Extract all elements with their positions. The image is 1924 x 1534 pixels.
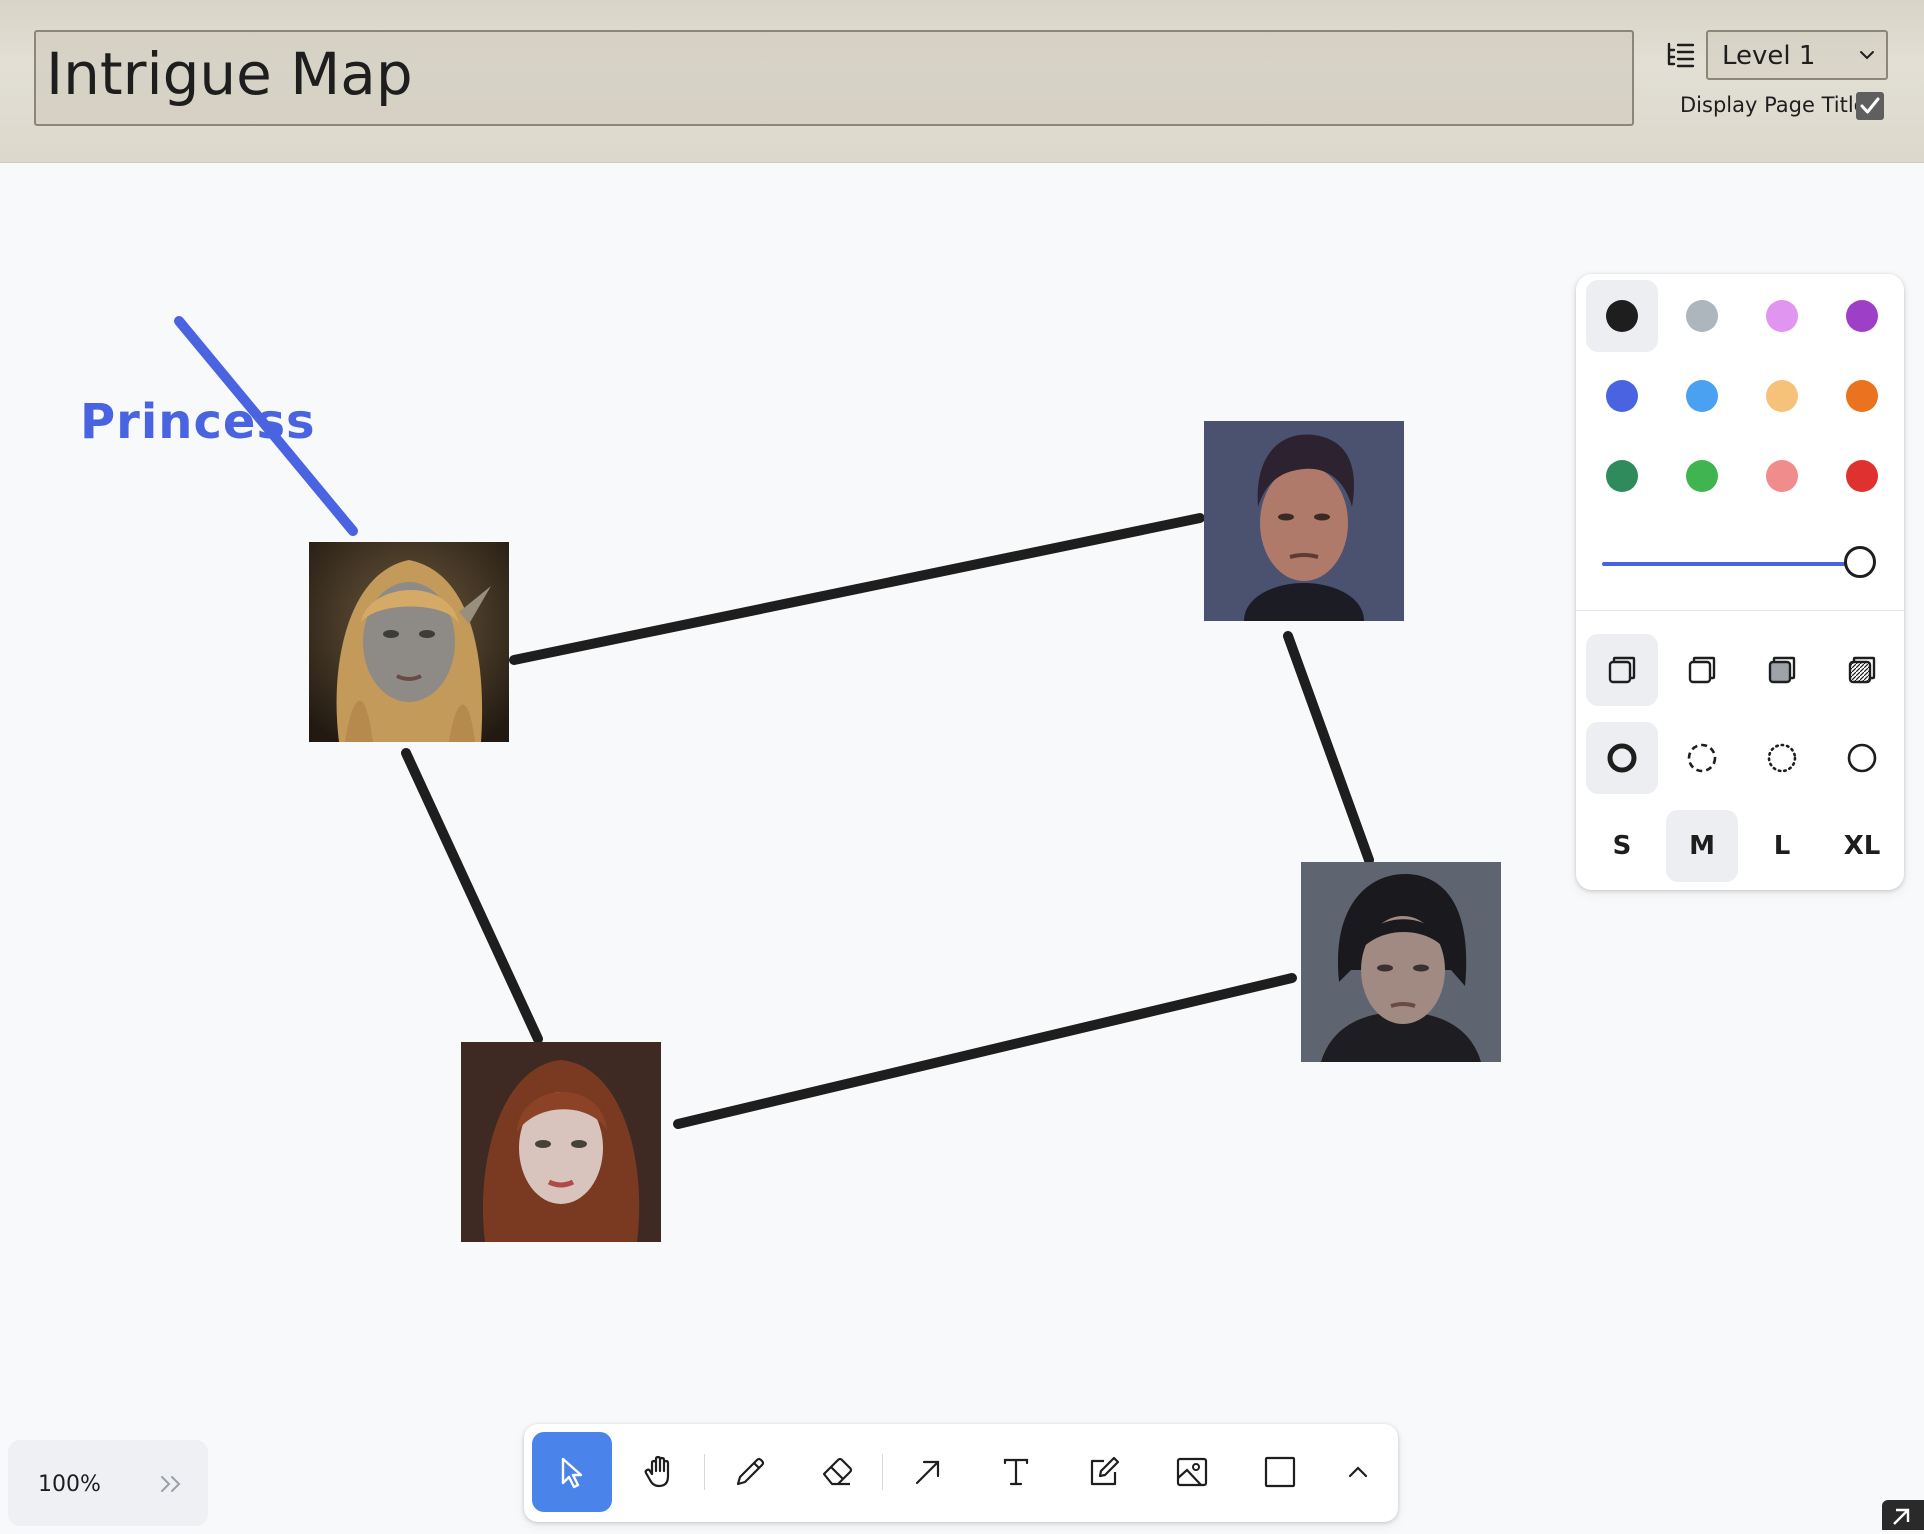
connector-raven-haired-man-to-red-haired-woman[interactable]	[673, 973, 1297, 1129]
princess-label[interactable]: Princess	[80, 394, 316, 450]
page-title[interactable]: Intrigue Map	[46, 40, 413, 108]
size-s-button[interactable]: S	[1586, 810, 1658, 882]
color-swatch-light-blue[interactable]	[1666, 360, 1738, 432]
size-m-button[interactable]: M	[1666, 810, 1738, 882]
pencil-icon	[736, 1457, 765, 1486]
dash-dotted-icon[interactable]	[1746, 722, 1818, 794]
resize-icon	[1893, 1508, 1910, 1525]
swatch-dot	[1766, 460, 1798, 492]
fill-solid-icon[interactable]	[1746, 634, 1818, 706]
more-tools-button[interactable]	[1318, 1432, 1398, 1512]
size-m-label: M	[1689, 831, 1715, 861]
style-panel: S M L XL	[1576, 274, 1904, 890]
eraser-icon	[822, 1457, 853, 1486]
fill-pattern-icon[interactable]	[1826, 634, 1898, 706]
draw-tool[interactable]	[710, 1432, 790, 1512]
arrow-icon	[915, 1460, 940, 1485]
display-page-title-label: Display Page Title	[1680, 93, 1867, 117]
connector-elf-to-dark-haired-man[interactable]	[509, 513, 1205, 665]
page-header: Intrigue Map Level 1 Display Page Title	[0, 0, 1924, 163]
swatch-dot	[1846, 300, 1878, 332]
swatch-dot	[1686, 300, 1718, 332]
swatch-dot	[1686, 460, 1718, 492]
rectangle-tool[interactable]	[1240, 1432, 1320, 1512]
whiteboard-canvas[interactable]: Princess S M L XL	[0, 162, 1924, 1530]
size-l-label: L	[1773, 831, 1791, 861]
outline-icon[interactable]	[1666, 40, 1696, 70]
main-toolbar	[524, 1424, 1398, 1522]
eraser-tool[interactable]	[798, 1432, 878, 1512]
dash-solid-icon[interactable]	[1826, 722, 1898, 794]
panel-divider	[1576, 610, 1904, 611]
color-swatch-grey[interactable]	[1666, 280, 1738, 352]
level-select[interactable]: Level 1	[1706, 30, 1888, 80]
swatch-dot	[1606, 300, 1638, 332]
color-swatch-red[interactable]	[1826, 440, 1898, 512]
hand-tool[interactable]	[620, 1432, 700, 1512]
text-tool[interactable]	[976, 1432, 1056, 1512]
resize-handle[interactable]	[1882, 1500, 1924, 1530]
size-s-label: S	[1612, 831, 1632, 861]
image-tool[interactable]	[1152, 1432, 1232, 1512]
swatch-dot	[1846, 460, 1878, 492]
text-icon	[1003, 1458, 1029, 1486]
red-haired-woman-portrait[interactable]	[461, 1042, 661, 1242]
connector-dark-haired-man-to-raven-haired-man[interactable]	[1283, 631, 1374, 865]
arrow-tool[interactable]	[888, 1432, 968, 1512]
chevron-down-icon	[1860, 51, 1874, 60]
elf-woman-portrait[interactable]	[309, 542, 509, 742]
opacity-slider-thumb[interactable]	[1844, 546, 1876, 578]
color-swatch-yellow[interactable]	[1746, 360, 1818, 432]
image-icon	[1176, 1457, 1208, 1487]
dark-haired-man-portrait[interactable]	[1204, 421, 1404, 621]
display-page-title-checkbox[interactable]	[1856, 92, 1884, 120]
color-swatch-light-red[interactable]	[1746, 440, 1818, 512]
zoom-level[interactable]: 100%	[38, 1472, 101, 1497]
size-xl-label: XL	[1843, 831, 1881, 861]
page-title-field[interactable]: Intrigue Map	[34, 30, 1634, 126]
swatch-dot	[1766, 380, 1798, 412]
level-select-value: Level 1	[1722, 41, 1816, 71]
note-tool[interactable]	[1064, 1432, 1144, 1512]
select-tool[interactable]	[532, 1432, 612, 1512]
chevrons-right-icon[interactable]	[158, 1474, 184, 1494]
color-swatch-green[interactable]	[1586, 440, 1658, 512]
opacity-slider-track[interactable]	[1602, 562, 1862, 566]
dash-draw-icon[interactable]	[1586, 722, 1658, 794]
hand-icon	[644, 1455, 670, 1488]
dash-dashed-icon[interactable]	[1666, 722, 1738, 794]
color-swatch-blue[interactable]	[1586, 360, 1658, 432]
toolbar-separator	[704, 1454, 705, 1490]
rectangle-icon	[1264, 1456, 1296, 1488]
color-swatch-light-green[interactable]	[1666, 440, 1738, 512]
swatch-dot	[1846, 380, 1878, 412]
cursor-icon	[561, 1457, 583, 1489]
fill-none-icon[interactable]	[1586, 634, 1658, 706]
note-icon	[1090, 1456, 1120, 1486]
color-swatch-black[interactable]	[1586, 280, 1658, 352]
color-swatch-light-violet[interactable]	[1746, 280, 1818, 352]
color-swatch-orange[interactable]	[1826, 360, 1898, 432]
swatch-dot	[1606, 460, 1638, 492]
checkmark-icon	[1860, 97, 1880, 114]
size-l-button[interactable]: L	[1746, 810, 1818, 882]
chevron-up-icon	[1348, 1466, 1368, 1478]
swatch-dot	[1606, 380, 1638, 412]
swatch-dot	[1766, 300, 1798, 332]
color-swatch-violet[interactable]	[1826, 280, 1898, 352]
zoom-control[interactable]: 100%	[8, 1440, 208, 1526]
toolbar-separator	[882, 1454, 883, 1490]
fill-semi-icon[interactable]	[1666, 634, 1738, 706]
raven-haired-man-portrait[interactable]	[1301, 862, 1501, 1062]
swatch-dot	[1686, 380, 1718, 412]
connector-elf-to-red-haired-woman[interactable]	[401, 748, 543, 1044]
size-xl-button[interactable]: XL	[1826, 810, 1898, 882]
